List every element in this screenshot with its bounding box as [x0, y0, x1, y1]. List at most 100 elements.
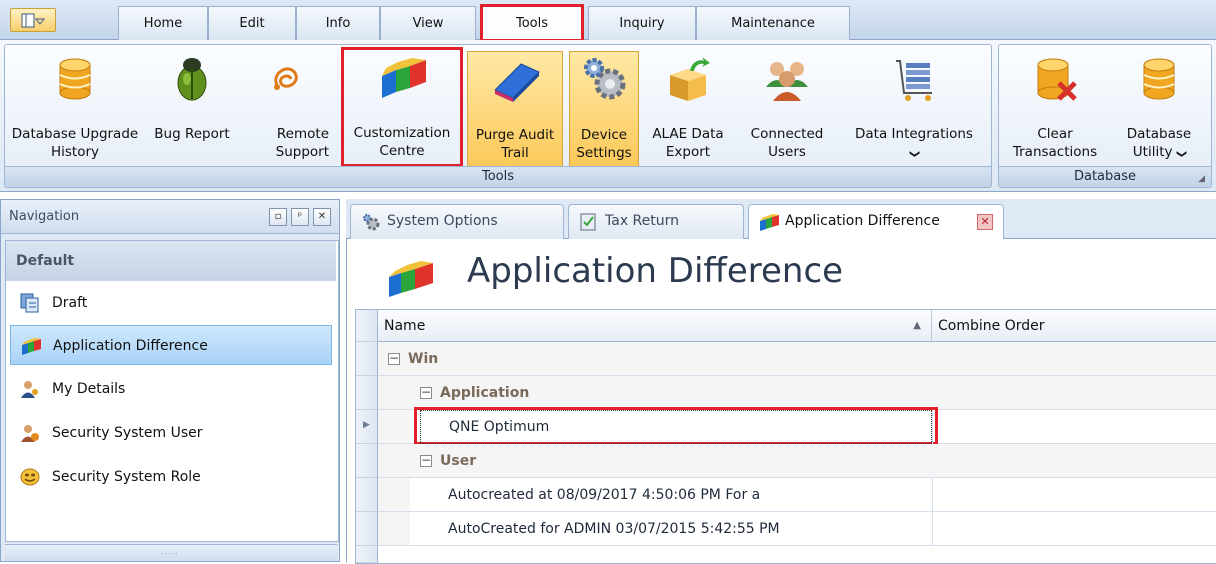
column-header-combine-order[interactable]: Combine Order: [932, 310, 1216, 342]
cell-combine-order[interactable]: [932, 512, 1216, 546]
customization-blocks-icon: [389, 261, 433, 297]
group-label: Application: [440, 385, 530, 401]
tab-tools[interactable]: Tools: [480, 4, 584, 42]
data-integrations-text: Data Integrations: [855, 126, 973, 142]
group-row-application[interactable]: − Application: [410, 376, 1216, 410]
users-icon: [763, 55, 811, 103]
cell-name[interactable]: QNE Optimum: [420, 410, 932, 444]
group-row-user[interactable]: − User: [410, 444, 1216, 478]
new-window-icon[interactable]: ▫: [269, 208, 287, 226]
draft-icon: [20, 293, 39, 313]
collapse-icon[interactable]: −: [420, 454, 432, 467]
tab-maintenance[interactable]: Maintenance: [696, 6, 850, 40]
role-mask-icon: [20, 468, 40, 486]
group-indent: [378, 444, 410, 478]
column-header-name[interactable]: Name ▲: [378, 310, 932, 342]
main-view: Application Difference Name ▲ Combine Or…: [346, 239, 1216, 564]
ribbon: Database Upgrade History Bug Report Remo…: [0, 40, 1216, 192]
row-indicator: [356, 512, 378, 546]
nav-item-label: Security System User: [52, 425, 203, 441]
row-indicator: [356, 478, 378, 512]
cell-name[interactable]: AutoCreated for ADMIN 03/07/2015 5:42:55…: [448, 512, 780, 546]
nav-item-label: My Details: [52, 381, 126, 397]
connected-users-label: Connected Users: [750, 126, 824, 160]
cell-combine-order[interactable]: [932, 478, 1216, 512]
tab-view[interactable]: View: [380, 6, 476, 40]
close-tab-icon[interactable]: ✕: [977, 214, 993, 230]
collapse-icon[interactable]: −: [388, 352, 400, 365]
bug-report-button[interactable]: Bug Report: [145, 51, 239, 167]
database-utility-label: Database Utility ❯: [1111, 125, 1207, 163]
group-indent: [378, 410, 410, 444]
nav-item-my-details[interactable]: My Details: [10, 369, 332, 409]
device-settings-label: Device Settings: [576, 127, 632, 161]
nav-item-application-difference[interactable]: Application Difference: [10, 325, 332, 365]
customization-centre-label: Customization Centre: [353, 125, 451, 159]
column-header-label: Name: [384, 318, 426, 334]
nav-item-security-system-role[interactable]: Security System Role: [10, 457, 332, 497]
row-indicator: [356, 444, 378, 478]
table-row[interactable]: QNE Optimum: [410, 407, 1216, 445]
dialog-launcher-icon[interactable]: ◢: [1198, 174, 1205, 184]
row-indicator: [356, 342, 378, 376]
purge-audit-trail-button[interactable]: Purge Audit Trail: [467, 51, 563, 167]
navigation-splitter[interactable]: .....: [5, 544, 337, 561]
tab-edit[interactable]: Edit: [208, 6, 296, 40]
table-row[interactable]: Autocreated at 08/09/2017 4:50:06 PM For…: [410, 478, 1216, 512]
database-utility-icon: [1135, 55, 1183, 103]
clear-transactions-label: Clear Transactions: [1012, 126, 1098, 160]
database-icon: [51, 55, 99, 103]
customization-blocks-icon: [378, 54, 426, 102]
doc-tab-application-difference[interactable]: Application Difference ✕: [748, 204, 1004, 239]
data-grid: Name ▲ Combine Order − Win − Application ▶…: [355, 309, 1216, 564]
clear-transactions-button[interactable]: Clear Transactions: [1003, 51, 1107, 167]
database-utility-button[interactable]: Database Utility ❯: [1111, 51, 1207, 167]
tab-home[interactable]: Home: [118, 6, 208, 40]
current-row-icon: ▶: [363, 420, 370, 430]
navigation-group-header[interactable]: Default: [6, 241, 336, 281]
pin-icon[interactable]: ᵖ: [291, 208, 309, 226]
eraser-icon: [491, 56, 540, 104]
cart-integration-icon: [890, 55, 938, 103]
data-integrations-button[interactable]: Data Integrations ❯: [841, 51, 987, 167]
tab-info[interactable]: Info: [296, 6, 380, 40]
box-export-icon: [664, 55, 712, 103]
data-integrations-label: Data Integrations ❯: [841, 125, 987, 163]
doc-tab-label: Tax Return: [605, 213, 680, 229]
collapse-icon[interactable]: −: [420, 386, 432, 399]
table-row[interactable]: AutoCreated for ADMIN 03/07/2015 5:42:55…: [410, 512, 1216, 546]
doc-tab-tax-return[interactable]: Tax Return: [568, 204, 744, 239]
user-icon: [21, 381, 38, 398]
device-settings-button[interactable]: Device Settings: [569, 51, 639, 167]
customization-blocks-icon: [760, 214, 779, 231]
chevron-down-icon: ❯: [908, 149, 920, 159]
database-group: Clear Transactions Database Utility ❯ Da…: [998, 44, 1212, 188]
customization-blocks-icon: [22, 338, 41, 355]
cell-combine-order[interactable]: [932, 410, 1216, 444]
window-layout-icon: [21, 13, 45, 28]
database-upgrade-history-button[interactable]: Database Upgrade History: [9, 51, 141, 167]
navigation-title: Navigation: [9, 209, 80, 224]
nav-item-security-system-user[interactable]: Security System User: [10, 413, 332, 453]
nav-item-draft[interactable]: Draft: [10, 283, 332, 323]
application-menu-button[interactable]: [10, 8, 56, 32]
connected-users-button[interactable]: Connected Users: [737, 51, 837, 167]
row-indicator: ▶: [356, 410, 378, 444]
doc-tab-label: Application Difference: [785, 213, 940, 229]
group-indent: [378, 478, 410, 512]
alae-data-export-button[interactable]: ALAE Data Export: [645, 51, 731, 167]
remote-support-button[interactable]: Remote Support: [241, 51, 333, 167]
group-row-win[interactable]: − Win: [378, 342, 1216, 376]
close-icon[interactable]: ✕: [313, 208, 331, 226]
tools-group-label: Tools: [5, 166, 991, 187]
navigation-group: Default Draft Application Difference My …: [5, 240, 339, 542]
gears-icon: [580, 56, 628, 104]
doc-tab-system-options[interactable]: System Options: [350, 204, 564, 239]
tab-inquiry[interactable]: Inquiry: [588, 6, 696, 40]
nav-item-label: Draft: [52, 295, 88, 311]
navigation-header: Navigation: [1, 200, 339, 234]
cell-name[interactable]: Autocreated at 08/09/2017 4:50:06 PM For…: [448, 478, 760, 512]
group-indent: [378, 376, 410, 410]
database-clear-icon: [1031, 55, 1079, 103]
customization-centre-button[interactable]: Customization Centre: [341, 47, 463, 167]
